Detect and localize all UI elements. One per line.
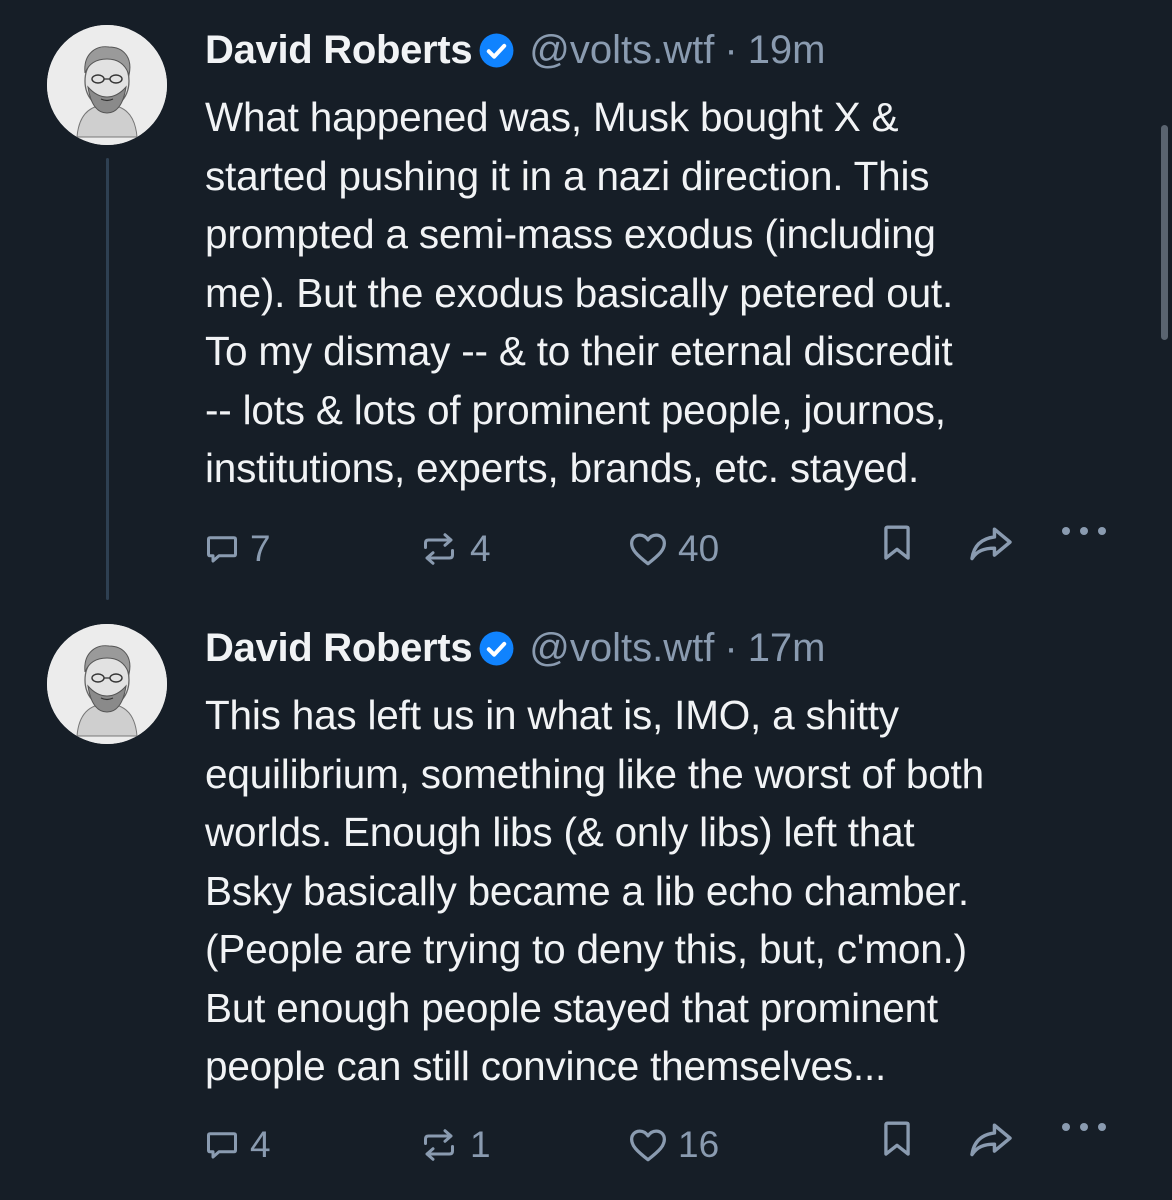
- bookmark-icon: [884, 1121, 910, 1156]
- ellipsis-icon: [1062, 527, 1106, 535]
- repost-arrows-icon: [424, 1129, 454, 1161]
- share-arrow-icon: [970, 1123, 1012, 1157]
- like-count: 40: [678, 528, 720, 569]
- separator-dot: ·: [724, 626, 738, 670]
- author-handle[interactable]: @volts.wtf: [529, 26, 714, 74]
- avatar[interactable]: [47, 624, 167, 744]
- heart-icon: [630, 533, 666, 566]
- author-name[interactable]: David Roberts: [205, 26, 473, 74]
- share-arrow-icon: [970, 527, 1012, 561]
- bookmark-icon: [884, 525, 910, 560]
- post-actions: 7 4 40: [0, 524, 1172, 574]
- avatar-sketch-icon: [47, 624, 167, 744]
- reply-count: 4: [250, 1124, 271, 1165]
- speech-bubble-icon: [207, 536, 237, 563]
- repost-count: 4: [470, 528, 491, 569]
- ellipsis-icon: [1062, 1123, 1106, 1131]
- post-timestamp[interactable]: 19m: [748, 26, 826, 74]
- post-text: This has left us in what is, IMO, a shit…: [205, 692, 984, 1089]
- verified-check-icon: [479, 631, 514, 665]
- repost-arrows-icon: [424, 533, 454, 565]
- post-header: David Roberts @volts.wtf · 17m: [205, 624, 826, 672]
- share-button[interactable]: [968, 524, 1014, 562]
- reply-count: 7: [250, 528, 271, 569]
- like-button[interactable]: 40: [628, 524, 719, 574]
- reply-button[interactable]: 4: [204, 1120, 271, 1170]
- avatar[interactable]: [47, 25, 167, 145]
- like-button[interactable]: 16: [628, 1120, 719, 1170]
- more-options-button[interactable]: [1060, 1120, 1108, 1134]
- repost-count: 1: [470, 1124, 491, 1165]
- repost-button[interactable]: 1: [418, 1120, 491, 1170]
- bookmark-button[interactable]: [880, 1120, 914, 1158]
- avatar-sketch-icon: [47, 25, 167, 145]
- speech-bubble-icon: [207, 1132, 237, 1159]
- bookmark-button[interactable]: [880, 524, 914, 562]
- post-text: What happened was, Musk bought X & start…: [205, 94, 954, 491]
- author-name[interactable]: David Roberts: [205, 624, 473, 672]
- repost-button[interactable]: 4: [418, 524, 491, 574]
- separator-dot: ·: [724, 28, 738, 72]
- more-options-button[interactable]: [1060, 524, 1108, 538]
- verified-check-icon: [479, 33, 514, 67]
- post-actions: 4 1 16: [0, 1120, 1172, 1170]
- heart-icon: [630, 1129, 666, 1162]
- author-handle[interactable]: @volts.wtf: [529, 624, 714, 672]
- scrollbar[interactable]: [1161, 125, 1168, 340]
- post-header: David Roberts @volts.wtf · 19m: [205, 26, 826, 74]
- like-count: 16: [678, 1124, 720, 1165]
- reply-button[interactable]: 7: [204, 524, 271, 574]
- share-button[interactable]: [968, 1120, 1014, 1158]
- post-timestamp[interactable]: 17m: [748, 624, 826, 672]
